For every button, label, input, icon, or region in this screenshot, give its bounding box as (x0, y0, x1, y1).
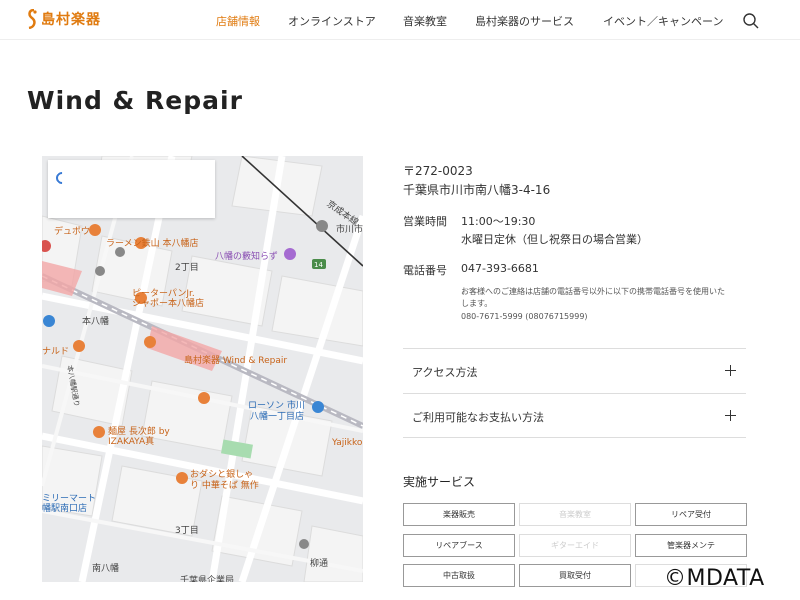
map-label: ラーメン鉄山 本八幡店 (106, 239, 199, 249)
plus-icon (725, 365, 736, 376)
divider (403, 437, 746, 438)
service-tag: 中古取扱 (403, 564, 515, 587)
map-label: デュポウ (54, 227, 91, 237)
map-label: 南八幡 (92, 564, 120, 574)
services-title: 実施サービス (403, 475, 476, 489)
service-tag: リペアブース (403, 534, 515, 557)
map-label: 幡駅南口店 (42, 504, 88, 514)
accordion-access[interactable]: アクセス方法 (403, 348, 746, 392)
logo-mark-icon (28, 9, 37, 29)
nav-events[interactable]: イベント／キャンペーン (603, 13, 723, 29)
map-label: 八幡一丁目店 (250, 412, 305, 422)
map-label: 八幡の藪知らず (215, 252, 278, 262)
phone-number[interactable]: 047-393-6681 (461, 262, 539, 275)
accordion-payment[interactable]: ご利用可能なお支払い方法 (403, 393, 746, 437)
accordion-label: アクセス方法 (412, 366, 478, 379)
map-label: 本八幡 (82, 317, 110, 327)
map-label: シャポー本八幡店 (132, 299, 205, 309)
map-label: IZAKAYA真 (108, 437, 155, 447)
hours-value: 11:00〜19:30 (461, 215, 536, 228)
service-tag: 買取受付 (519, 564, 631, 587)
service-tag: 楽器販売 (403, 503, 515, 526)
route-badge: 14 (314, 261, 323, 269)
service-tag: 管楽器メンテ (635, 534, 747, 557)
contact-note: お客様へのご連絡は店舗の電話番号以外に以下の携帯電話番号を使用いた (461, 287, 725, 296)
service-tag: リペア受付 (635, 503, 747, 526)
watermark: ©MDATA (664, 566, 765, 591)
nav-store-info[interactable]: 店舗情報 (216, 13, 260, 29)
map-label: Yajikko (332, 438, 363, 448)
map-info-card (48, 160, 215, 218)
hours-label: 営業時間 (403, 215, 447, 228)
page-title: Wind & Repair (27, 86, 243, 115)
site-header: 島村楽器 店舗情報 オンラインストア 音楽教室 島村楽器のサービス イベント／キ… (0, 0, 800, 40)
map-label: 3丁目 (175, 526, 199, 536)
logo-text: 島村楽器 (41, 12, 101, 28)
map-canvas: 14 (42, 156, 363, 582)
map-label: 柳通 (310, 559, 329, 569)
service-tag: ギターエイド (519, 534, 631, 557)
map-label: 島村楽器 Wind & Repair (184, 356, 288, 366)
nav-online-store[interactable]: オンラインストア (288, 13, 376, 29)
store-map[interactable]: 14 ラーメン鉄山 本八幡店 八幡の藪知らず 2丁目 ピーターパンJr. シャポ… (42, 156, 363, 582)
postal-code: 〒272-0023 (403, 164, 473, 178)
plus-icon (725, 410, 736, 421)
nav-services[interactable]: 島村楽器のサービス (475, 13, 574, 29)
mobile-number: 080-7671-5999 (08076715999) (461, 312, 588, 321)
closed-days: 水曜日定休（但し祝祭日の場合営業） (461, 233, 648, 246)
address: 千葉県市川市南八幡3-4-16 (403, 183, 551, 197)
map-label: り 中華そば 無作 (190, 481, 259, 491)
logo[interactable]: 島村楽器 (26, 9, 101, 29)
service-tag: 音楽教室 (519, 503, 631, 526)
contact-note-cont: します。 (461, 299, 493, 308)
map-label: ナルド (42, 347, 70, 357)
accordion-label: ご利用可能なお支払い方法 (412, 411, 544, 424)
search-icon[interactable] (742, 12, 760, 30)
map-label: 千葉県企業局 (180, 576, 235, 582)
map-label: 2丁目 (175, 263, 199, 273)
phone-label: 電話番号 (403, 264, 447, 277)
nav-music-school[interactable]: 音楽教室 (403, 13, 447, 29)
